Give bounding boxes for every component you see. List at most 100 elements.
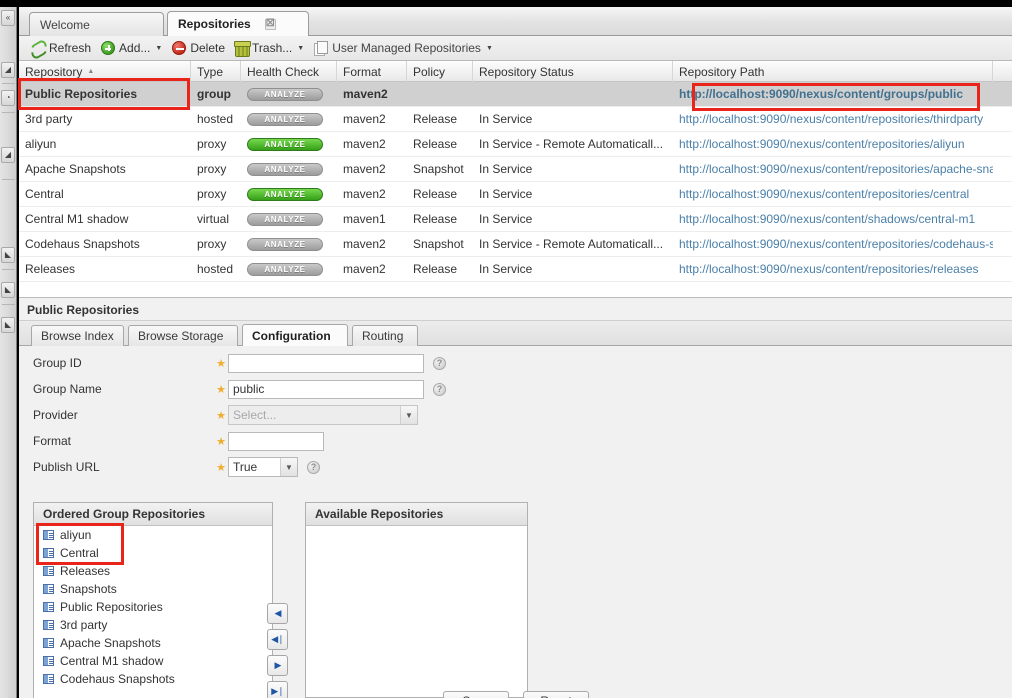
refresh-button[interactable]: Refresh — [25, 38, 96, 58]
grid-column-header[interactable]: Health Check — [241, 61, 337, 82]
reset-button[interactable]: Reset — [523, 691, 589, 698]
list-item[interactable]: Central — [34, 544, 272, 562]
transfer-button-column: ◀ ◀❘ ▶ ▶❘ — [267, 603, 288, 698]
repository-path-link[interactable]: http://localhost:9090/nexus/content/repo… — [679, 137, 965, 151]
analyze-button[interactable]: ANALYZE — [247, 212, 323, 226]
chevron-down-icon[interactable]: ▼ — [400, 406, 417, 424]
grid-cell-text: Codehaus Snapshots — [25, 237, 140, 251]
tab-welcome[interactable]: Welcome — [29, 12, 164, 36]
grid-column-header[interactable]: Format — [337, 61, 407, 82]
table-row[interactable]: Central M1 shadow virtual ANALYZE maven1 Rel… — [19, 207, 1012, 232]
repository-path-link[interactable]: http://localhost:9090/nexus/content/repo… — [679, 187, 969, 201]
trash-button[interactable]: Trash... ▼ — [230, 38, 309, 58]
close-icon[interactable]: ☒ — [264, 18, 276, 30]
table-row[interactable]: Apache Snapshots proxy ANALYZE maven2 Snapsh… — [19, 157, 1012, 182]
user-managed-repositories-label: User Managed Repositories — [332, 41, 481, 55]
format-input[interactable] — [228, 431, 324, 451]
move-right-button[interactable]: ▶ — [267, 655, 288, 676]
grid-cell: hosted — [191, 257, 241, 282]
tab-repositories[interactable]: Repositories ☒ — [167, 11, 309, 36]
group-name-input[interactable]: public — [228, 379, 424, 399]
refresh-label: Refresh — [49, 41, 92, 55]
panel-tab-icon: ◣ — [4, 250, 12, 259]
grid-column-header[interactable]: Policy — [407, 61, 473, 82]
rail-item-6[interactable]: ◣ — [1, 317, 15, 333]
tab-routing[interactable]: Routing — [352, 325, 418, 346]
grid-cell-text: Apache Snapshots — [25, 162, 126, 176]
table-row[interactable]: Codehaus Snapshots proxy ANALYZE maven2 Snap… — [19, 232, 1012, 257]
repository-list-icon — [43, 566, 54, 576]
grid-cell-text: Public Repositories — [25, 87, 138, 101]
chevron-down-icon[interactable]: ▼ — [280, 458, 297, 476]
grid-column-header[interactable]: Repository ▲ — [19, 61, 191, 82]
analyze-button[interactable]: ANALYZE — [247, 187, 323, 201]
available-repositories-list[interactable] — [306, 526, 527, 697]
grid-cell: http://localhost:9090/nexus/content/shad… — [673, 207, 993, 232]
chevron-down-icon: ▼ — [485, 44, 493, 52]
analyze-button[interactable]: ANALYZE — [247, 137, 323, 151]
analyze-button[interactable]: ANALYZE — [247, 112, 323, 126]
user-managed-repositories-button[interactable]: User Managed Repositories ▼ — [309, 38, 498, 58]
tab-browse-storage[interactable]: Browse Storage — [128, 325, 238, 346]
table-row[interactable]: Public Repositories group ANALYZE maven2 htt… — [19, 82, 1012, 107]
save-button[interactable]: Save — [443, 691, 509, 698]
provider-select[interactable]: Select... ▼ — [228, 405, 418, 425]
repository-path-link[interactable]: http://localhost:9090/nexus/content/repo… — [679, 237, 993, 251]
grid-column-header[interactable]: Type — [191, 61, 241, 82]
list-item[interactable]: Central M1 shadow — [34, 652, 272, 670]
sidebar-collapse-button[interactable]: « — [1, 10, 15, 26]
delete-button[interactable]: Delete — [167, 38, 230, 58]
table-row[interactable]: aliyun proxy ANALYZE maven2 Release In Servic… — [19, 132, 1012, 157]
rail-item-3[interactable]: ◢ — [1, 147, 15, 163]
rail-item-4[interactable]: ◣ — [1, 247, 15, 263]
publish-url-select[interactable]: True ▼ — [228, 457, 298, 477]
repository-path-link[interactable]: http://localhost:9090/nexus/content/repo… — [679, 162, 993, 176]
list-item[interactable]: Snapshots — [34, 580, 272, 598]
add-button[interactable]: Add... ▼ — [96, 38, 167, 58]
grid-column-header[interactable]: Repository Status — [473, 61, 673, 82]
select-value: True — [233, 460, 258, 474]
repository-path-link[interactable]: http://localhost:9090/nexus/content/grou… — [679, 87, 963, 101]
repository-path-link[interactable]: http://localhost:9090/nexus/content/repo… — [679, 112, 983, 126]
analyze-button[interactable]: ANALYZE — [247, 262, 323, 276]
list-item[interactable]: Codehaus Snapshots — [34, 670, 272, 688]
list-item[interactable]: Releases — [34, 562, 272, 580]
tab-browse-index[interactable]: Browse Index — [31, 325, 124, 346]
grid-cell: In Service - Remote Automaticall... — [473, 132, 673, 157]
tab-label: Routing — [362, 329, 404, 343]
group-id-input[interactable] — [228, 353, 424, 373]
analyze-button[interactable]: ANALYZE — [247, 162, 323, 176]
grid-cell-text: Release — [413, 262, 458, 276]
list-item-label: aliyun — [60, 528, 92, 542]
chevron-down-icon: ▼ — [155, 44, 163, 52]
table-row[interactable]: Central proxy ANALYZE maven2 Release In Servi… — [19, 182, 1012, 207]
grid-cell-health-check: ANALYZE — [241, 182, 337, 207]
help-icon[interactable]: ? — [433, 356, 446, 370]
ordered-group-list[interactable]: aliyun Central Releases Snapshots Public Rep… — [34, 526, 272, 698]
list-item[interactable]: 3rd party — [34, 616, 272, 634]
rail-item-2[interactable]: ◔ — [1, 90, 15, 106]
list-item[interactable]: Public Repositories — [34, 598, 272, 616]
grid-cell-health-check: ANALYZE — [241, 257, 337, 282]
analyze-button[interactable]: ANALYZE — [247, 87, 323, 101]
grid-column-header[interactable]: Repository Path — [673, 61, 993, 82]
repository-path-link[interactable]: http://localhost:9090/nexus/content/shad… — [679, 212, 975, 226]
field-label-text: Publish URL — [33, 460, 100, 474]
field-label: Publish URL — [19, 460, 214, 474]
repository-path-link[interactable]: http://localhost:9090/nexus/content/repo… — [679, 262, 979, 276]
grid-cell: In Service - Remote Automaticall... — [473, 232, 673, 257]
repository-list-icon — [43, 548, 54, 558]
rail-item-5[interactable]: ◣ — [1, 282, 15, 298]
list-item[interactable]: aliyun — [34, 526, 272, 544]
help-icon[interactable]: ? — [433, 382, 446, 396]
move-left-button[interactable]: ◀ — [267, 603, 288, 624]
move-all-left-button[interactable]: ◀❘ — [267, 629, 288, 650]
rail-item-1[interactable]: ◢ — [1, 62, 15, 78]
table-row[interactable]: Releases hosted ANALYZE maven2 Release In Ser… — [19, 257, 1012, 282]
table-row[interactable]: 3rd party hosted ANALYZE maven2 Release In Se… — [19, 107, 1012, 132]
list-item[interactable]: Apache Snapshots — [34, 634, 272, 652]
tab-configuration[interactable]: Configuration — [242, 324, 348, 346]
analyze-button[interactable]: ANALYZE — [247, 237, 323, 251]
help-icon[interactable]: ? — [307, 460, 320, 474]
grid-cell: aliyun — [19, 132, 191, 157]
